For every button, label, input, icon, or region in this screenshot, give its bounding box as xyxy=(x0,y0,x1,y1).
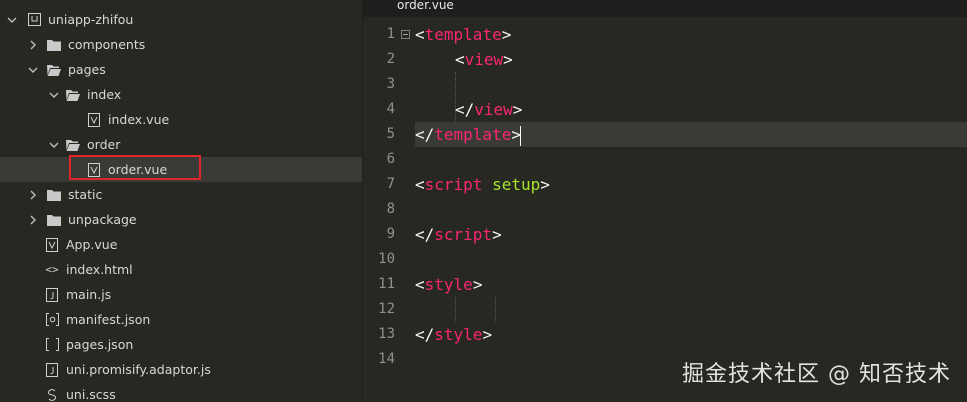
tree-file-pages-json[interactable]: pages.json xyxy=(0,332,362,357)
code-line-5: </template> xyxy=(415,122,967,147)
chevron-right-icon[interactable] xyxy=(27,189,39,201)
code-line-1: <template> xyxy=(415,25,512,44)
tree-label: App.vue xyxy=(66,237,118,252)
line-number: 6 xyxy=(386,151,395,167)
code-line-2: <view> xyxy=(455,50,513,69)
tree-file-index-vue[interactable]: index.vue xyxy=(0,107,362,132)
line-number: 9 xyxy=(386,226,395,242)
tree-label: order xyxy=(87,137,121,152)
tree-label: main.js xyxy=(66,287,112,302)
watermark: 掘金技术社区 @ 知否技术 xyxy=(682,362,951,387)
tree-file-order-vue[interactable]: order.vue xyxy=(0,157,362,182)
tree-folder-unpackage[interactable]: unpackage xyxy=(0,207,362,232)
fold-toggle-icon[interactable] xyxy=(401,30,410,39)
code-line-7: <script setup> xyxy=(415,175,550,194)
tag-name: style xyxy=(434,325,483,344)
vue-file-icon xyxy=(45,237,59,252)
tree-label: components xyxy=(68,37,146,52)
tree-root[interactable]: uniapp-zhifou xyxy=(0,7,362,32)
tree-folder-order[interactable]: order xyxy=(0,132,362,157)
line-number: 4 xyxy=(386,101,395,117)
chevron-right-icon[interactable] xyxy=(27,214,39,226)
code-line-11: <style> xyxy=(415,275,483,294)
line-number: 13 xyxy=(378,326,395,342)
scss-file-icon xyxy=(45,388,59,402)
tag-name: template xyxy=(434,125,512,144)
folder-icon xyxy=(47,188,61,202)
tree-folder-static[interactable]: static xyxy=(0,182,362,207)
tree-folder-pages[interactable]: pages xyxy=(0,57,362,82)
tag-name: view xyxy=(464,50,504,69)
html-file-icon: <> xyxy=(45,263,59,276)
tag-name: style xyxy=(424,275,473,294)
tree-label: index xyxy=(87,87,122,102)
tree-label: uniapp-zhifou xyxy=(48,12,134,27)
tree-label: uni.scss xyxy=(66,387,116,402)
chevron-down-icon[interactable] xyxy=(27,64,39,76)
js-file-icon xyxy=(45,362,59,377)
tree-file-uni-promisify-adaptor-js[interactable]: uni.promisify.adaptor.js xyxy=(0,357,362,382)
line-number: 1 xyxy=(386,26,395,42)
tree-file-main-js[interactable]: main.js xyxy=(0,282,362,307)
line-number: 12 xyxy=(378,301,395,317)
line-number: 8 xyxy=(386,201,395,217)
tree-file-index-html[interactable]: <> index.html xyxy=(0,257,362,282)
chevron-down-icon[interactable] xyxy=(48,89,60,101)
code-editor[interactable]: 1 2 3 4 5 6 7 8 9 10 11 12 13 14 <templa… xyxy=(363,17,967,402)
tag-name: view xyxy=(474,100,513,119)
tree-label: pages xyxy=(68,62,106,77)
manifest-file-icon xyxy=(45,313,59,327)
tree-label: manifest.json xyxy=(66,312,151,327)
tree-label: pages.json xyxy=(66,337,134,352)
vue-file-icon xyxy=(87,162,101,177)
tree-label: static xyxy=(68,187,103,202)
folder-open-icon xyxy=(47,63,61,77)
code-line-9: </script> xyxy=(415,225,502,244)
code-line-4: </view> xyxy=(455,100,523,119)
chevron-right-icon[interactable] xyxy=(27,39,39,51)
line-number: 7 xyxy=(386,176,395,192)
line-number: 2 xyxy=(386,51,395,67)
tree-folder-components[interactable]: components xyxy=(0,32,362,57)
tree-label: index.html xyxy=(66,262,133,277)
folder-icon xyxy=(47,38,61,52)
js-file-icon xyxy=(45,287,59,302)
indent-guide xyxy=(495,297,496,322)
line-number: 10 xyxy=(378,251,395,267)
line-number: 14 xyxy=(378,351,395,367)
chevron-down-icon[interactable] xyxy=(6,14,18,26)
tree-label: order.vue xyxy=(108,162,168,177)
tree-file-app-vue[interactable]: App.vue xyxy=(0,232,362,257)
tree-label: uni.promisify.adaptor.js xyxy=(66,362,211,377)
tree-label: unpackage xyxy=(68,212,137,227)
json-file-icon xyxy=(45,338,59,352)
tree-folder-index[interactable]: index xyxy=(0,82,362,107)
project-explorer: uniapp-zhifou components pages index ind… xyxy=(0,0,363,402)
line-number: 3 xyxy=(386,76,395,92)
line-number: 11 xyxy=(378,276,395,292)
folder-open-icon xyxy=(66,138,80,152)
tag-name: script xyxy=(434,225,493,244)
tag-name: template xyxy=(424,25,502,44)
chevron-down-icon[interactable] xyxy=(48,139,60,151)
code-line-13: </style> xyxy=(415,325,493,344)
tag-name: script xyxy=(424,175,483,194)
tree-label: index.vue xyxy=(108,112,170,127)
folder-open-icon xyxy=(66,88,80,102)
project-icon xyxy=(27,13,41,27)
tree-file-manifest-json[interactable]: manifest.json xyxy=(0,307,362,332)
editor-tab-bar: order.vue xyxy=(363,0,967,17)
vue-file-icon xyxy=(87,112,101,127)
text-cursor xyxy=(519,125,521,146)
attribute-name: setup xyxy=(492,175,541,194)
folder-icon xyxy=(47,213,61,227)
tree-file-uni-scss[interactable]: uni.scss xyxy=(0,382,362,402)
indent-guide xyxy=(455,297,456,322)
line-number: 5 xyxy=(386,126,395,142)
tab-order-vue[interactable]: order.vue xyxy=(391,0,460,17)
